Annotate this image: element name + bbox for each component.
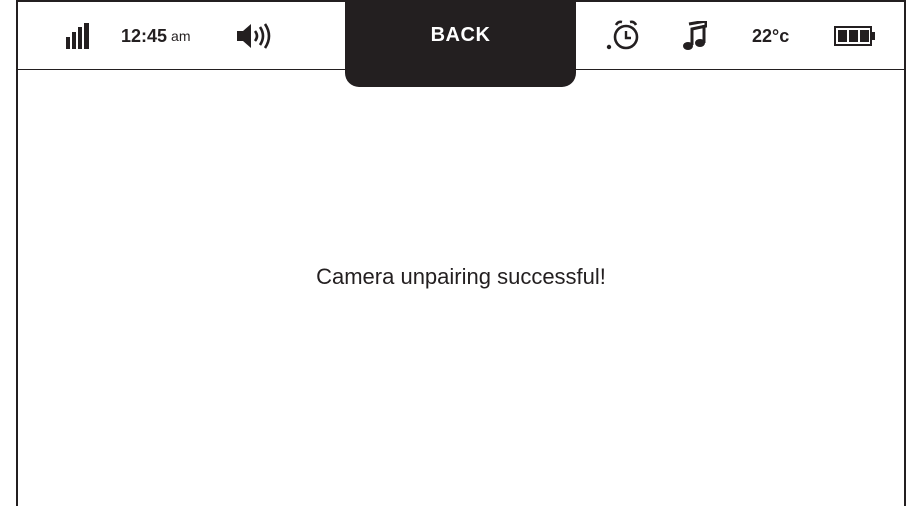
device-screen: 12:45 am 22°c BACK Camera unpairing succ… (16, 0, 906, 506)
temperature-value: 22°c (752, 25, 790, 46)
clock-time: 12:45 am (121, 2, 191, 70)
temperature-readout: 22°c (752, 2, 789, 70)
alarm-clock-icon[interactable] (606, 2, 642, 70)
back-button[interactable]: BACK (345, 0, 576, 87)
speaker-volume-icon[interactable] (237, 2, 275, 70)
status-message: Camera unpairing successful! (316, 264, 606, 289)
battery-full-icon (834, 2, 876, 70)
signal-bars-icon (66, 2, 90, 70)
time-suffix: am (171, 28, 191, 44)
time-value: 12:45 (121, 25, 168, 46)
music-note-icon[interactable] (683, 2, 707, 70)
back-button-label: BACK (430, 24, 491, 46)
